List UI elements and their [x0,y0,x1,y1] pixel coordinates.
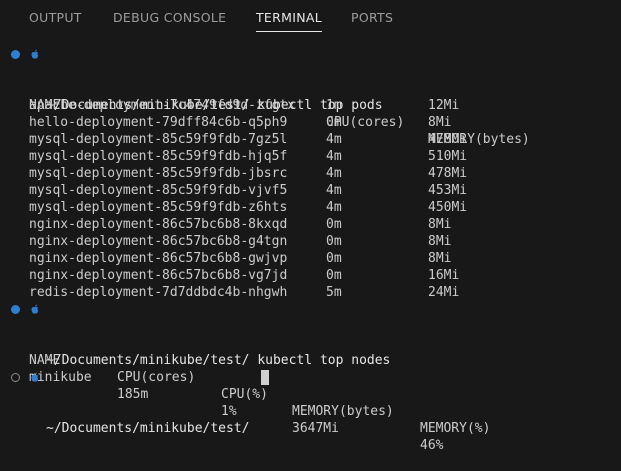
tab-terminal[interactable]: TERMINAL [256,10,322,25]
terminal-cursor [261,370,269,385]
pod-memory: 510Mi [428,149,468,164]
apple-logo-icon [31,372,39,382]
pod-memory: 8Mi [428,251,452,266]
pod-cpu: 0m [326,268,342,283]
terminal-output[interactable]: ~/Documents/minikube/test/ kubectl top p… [0,36,621,453]
pod-cpu: 1m [326,98,342,113]
pod-name: apache-deployment-7c4749fd9d-zfgtx [29,98,296,113]
command-success-dot-icon[interactable] [11,305,20,314]
nodes-col-memory-percent-header: MEMORY(%) [420,421,491,436]
pod-name: mysql-deployment-85c59f9fdb-vjvf5 [29,183,288,198]
pod-cpu: 4m [326,149,342,164]
pod-cpu: 4m [326,183,342,198]
pod-name: mysql-deployment-85c59f9fdb-7gz5l [29,132,288,147]
pod-cpu: 0m [326,251,342,266]
pod-name: nginx-deployment-86c57bc6b8-vg7jd [29,268,288,283]
command-line: ~/Documents/minikube/test/ [0,369,269,436]
tab-ports[interactable]: PORTS [351,10,393,25]
pods-table-header: NAME CPU(cores) MEMORY(bytes) [0,80,530,147]
panel-tab-bar: OUTPUT DEBUG CONSOLE TERMINAL PORTS [0,0,621,36]
command-text: kubectl top nodes [257,353,391,368]
pod-memory: 453Mi [428,183,468,198]
pod-memory: 24Mi [428,285,460,300]
pod-cpu: 4m [326,132,342,147]
pod-cpu: 4m [326,200,342,215]
nodes-col-cpu-percent-header: CPU(%) [221,387,268,402]
command-success-dot-icon[interactable] [11,50,20,59]
pod-name: mysql-deployment-85c59f9fdb-z6hts [29,200,288,215]
active-tab-indicator [256,31,322,32]
pod-memory: 478Mi [428,132,468,147]
pod-memory: 478Mi [428,166,468,181]
pod-name: hello-deployment-79dff84c6b-q5ph9 [29,115,288,130]
apple-logo-icon [31,49,39,59]
pod-memory: 16Mi [428,268,460,283]
pod-name: mysql-deployment-85c59f9fdb-jbsrc [29,166,288,181]
pod-cpu: 0m [326,115,342,130]
prompt-path: ~/Documents/minikube/test/ [46,421,250,436]
nodes-table-header: NAME CPU(cores) CPU(%) MEMORY(bytes) MEM… [0,335,490,436]
node-cpu-percent: 1% [221,404,237,419]
command-line: ~/Documents/minikube/test/ kubectl top n… [0,301,390,368]
pod-cpu: 5m [326,285,342,300]
nodes-col-memory-bytes-header: MEMORY(bytes) [292,404,394,419]
pod-name: mysql-deployment-85c59f9fdb-hjq5f [29,149,288,164]
pod-cpu: 0m [326,217,342,232]
apple-logo-icon [31,304,39,314]
node-memory-bytes: 3647Mi [292,421,339,436]
tab-output[interactable]: OUTPUT [29,10,82,25]
pod-cpu: 4m [326,166,342,181]
command-line: ~/Documents/minikube/test/ kubectl top p… [0,46,383,113]
pod-memory: 450Mi [428,200,468,215]
tab-debug-console[interactable]: DEBUG CONSOLE [113,10,226,25]
pod-memory: 12Mi [428,98,460,113]
pod-name: redis-deployment-7d7ddbdc4b-nhgwh [29,285,288,300]
pod-memory: 8Mi [428,234,452,249]
pod-name: nginx-deployment-86c57bc6b8-g4tgn [29,234,288,249]
table-row: minikube 185m 1% 3647Mi 46% [0,352,443,453]
pod-memory: 8Mi [428,115,452,130]
node-cpu-cores: 185m [117,387,149,402]
pod-memory: 8Mi [428,217,452,232]
prompt-path: ~/Documents/minikube/test/ [46,353,250,368]
pod-cpu: 0m [326,234,342,249]
pod-name: nginx-deployment-86c57bc6b8-8kxqd [29,217,288,232]
nodes-col-cpu-cores-header: CPU(cores) [117,370,196,385]
pod-name: nginx-deployment-86c57bc6b8-gwjvp [29,251,288,266]
command-idle-circle-icon[interactable] [11,373,20,382]
